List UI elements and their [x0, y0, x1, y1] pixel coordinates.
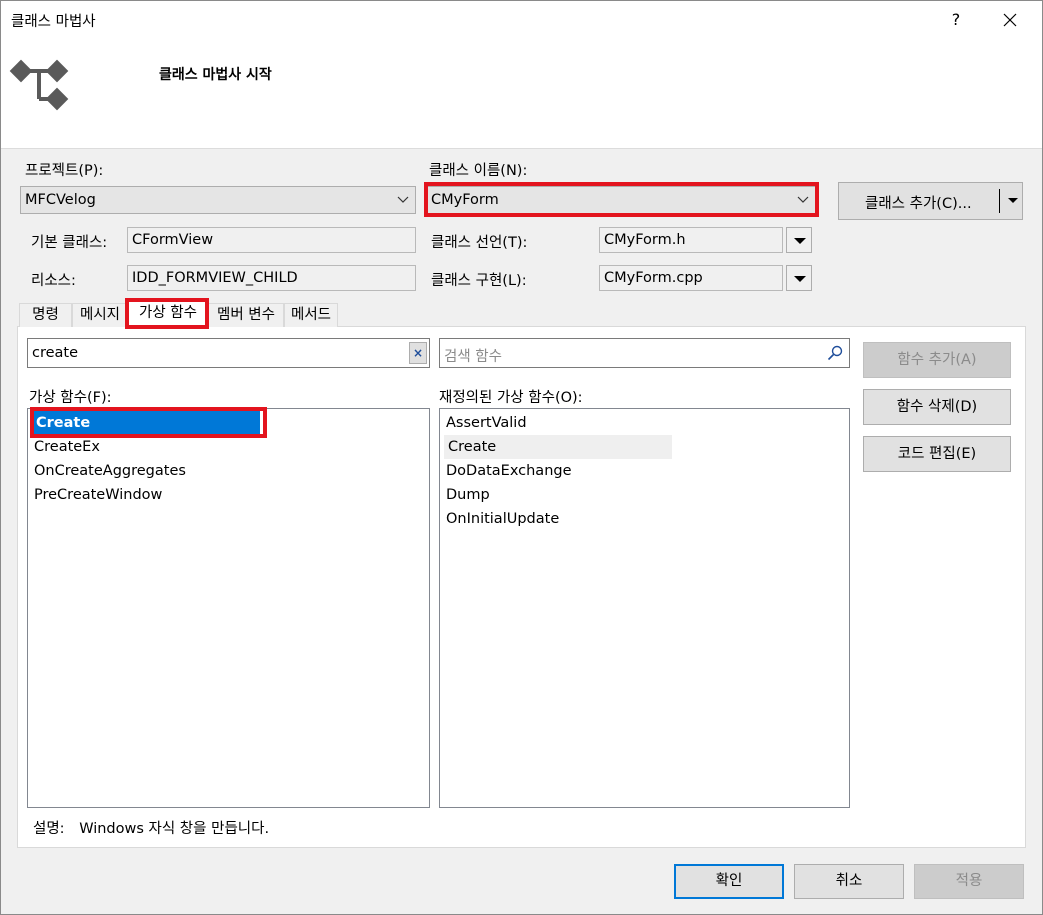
apply-button[interactable]: 적용	[914, 864, 1024, 899]
add-class-dropdown[interactable]	[1003, 183, 1023, 219]
overridden-functions-list[interactable]: AssertValid Create DoDataExchange Dump O…	[439, 408, 850, 808]
base-class-value: CFormView	[132, 232, 214, 248]
resource-field: IDD_FORMVIEW_CHILD	[127, 265, 416, 291]
list-item[interactable]: DoDataExchange	[446, 459, 572, 483]
chevron-down-icon	[397, 196, 409, 203]
list-item[interactable]: Create	[32, 411, 260, 435]
ok-button[interactable]: 확인	[674, 864, 784, 899]
class-wizard-dialog: 클래스 마법사 ? 클래스 마법사 시작 프로젝트(P): MFCVelog 클…	[0, 0, 1043, 915]
base-class-field: CFormView	[127, 227, 416, 253]
cancel-button[interactable]: 취소	[794, 864, 904, 899]
list-item[interactable]: CreateEx	[34, 435, 100, 459]
list-item[interactable]: AssertValid	[446, 411, 527, 435]
search-placeholder: 검색 함수	[444, 349, 502, 365]
add-class-label: 클래스 추가(C)...	[865, 196, 972, 212]
list-item[interactable]: Create	[444, 435, 672, 459]
tab-methods[interactable]: 메서드	[284, 303, 338, 327]
dropdown-arrow-icon	[794, 276, 806, 282]
tab-virtual-functions[interactable]: 가상 함수	[128, 301, 208, 327]
list-item[interactable]: OnInitialUpdate	[446, 507, 559, 531]
class-implementation-label: 클래스 구현(L):	[431, 273, 527, 289]
virtual-functions-label: 가상 함수(F):	[29, 390, 112, 406]
class-name-label: 클래스 이름(N):	[429, 163, 528, 179]
split-divider	[999, 189, 1000, 213]
close-icon	[1003, 13, 1017, 27]
tab-messages[interactable]: 메시지	[72, 303, 128, 327]
list-item[interactable]: OnCreateAggregates	[34, 459, 186, 483]
chevron-down-icon	[797, 196, 809, 203]
class-implementation-value: CMyForm.cpp	[604, 270, 703, 286]
class-declaration-value: CMyForm.h	[604, 232, 686, 248]
add-class-button[interactable]: 클래스 추가(C)...	[838, 182, 1023, 220]
base-class-label: 기본 클래스:	[31, 235, 108, 251]
project-value: MFCVelog	[25, 192, 96, 208]
virtual-functions-list[interactable]: Create CreateEx OnCreateAggregates PreCr…	[27, 408, 430, 808]
tab-member-variables[interactable]: 멤버 변수	[208, 303, 284, 327]
project-label: 프로젝트(P):	[25, 163, 104, 179]
tab-commands[interactable]: 명령	[19, 303, 72, 327]
resource-label: 리소스:	[31, 273, 76, 289]
class-implementation-dropdown[interactable]	[786, 265, 812, 291]
project-combo[interactable]: MFCVelog	[20, 186, 416, 214]
resource-value: IDD_FORMVIEW_CHILD	[132, 270, 298, 286]
dropdown-arrow-icon	[1008, 198, 1018, 203]
filter-value: create	[32, 345, 79, 361]
class-declaration-label: 클래스 선언(T):	[431, 235, 528, 251]
dropdown-arrow-icon	[794, 238, 806, 244]
description-text: Windows 자식 창을 만듭니다.	[79, 821, 270, 837]
delete-function-button[interactable]: 함수 삭제(D)	[863, 389, 1011, 425]
class-hierarchy-icon	[9, 59, 69, 111]
search-icon	[827, 345, 843, 361]
close-button[interactable]	[987, 1, 1033, 39]
class-name-value: CMyForm	[431, 192, 499, 208]
help-button[interactable]: ?	[933, 1, 979, 39]
clear-filter-button[interactable]: ×	[409, 342, 427, 364]
list-item[interactable]: Dump	[446, 483, 490, 507]
class-implementation-field: CMyForm.cpp	[599, 265, 783, 291]
description-row: 설명: Windows 자식 창을 만듭니다.	[33, 817, 269, 838]
wizard-header: 클래스 마법사 시작	[1, 39, 1042, 149]
class-declaration-field: CMyForm.h	[599, 227, 783, 253]
add-function-button[interactable]: 함수 추가(A)	[863, 342, 1011, 378]
header-title: 클래스 마법사 시작	[159, 67, 272, 83]
edit-code-button[interactable]: 코드 편집(E)	[863, 436, 1011, 472]
overridden-functions-label: 재정의된 가상 함수(O):	[439, 390, 583, 406]
list-item[interactable]: PreCreateWindow	[34, 483, 162, 507]
title-bar: 클래스 마법사 ?	[1, 1, 1042, 39]
class-name-combo[interactable]: CMyForm	[426, 186, 816, 214]
class-declaration-dropdown[interactable]	[786, 227, 812, 253]
search-input[interactable]: 검색 함수	[439, 338, 850, 368]
description-label: 설명:	[33, 821, 65, 837]
window-title: 클래스 마법사	[11, 14, 96, 30]
filter-input[interactable]: create ×	[27, 338, 430, 368]
